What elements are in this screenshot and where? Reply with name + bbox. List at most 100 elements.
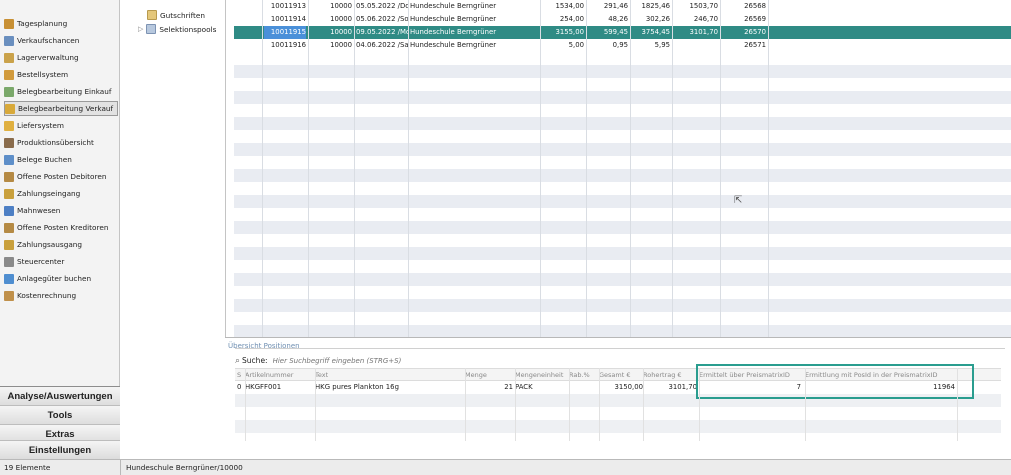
grid-cell: 599,45 — [603, 28, 628, 36]
nav-item-label: Lagerverwaltung — [17, 53, 79, 62]
status-customer: Hundeschule Berngrüner/10000 — [126, 463, 243, 472]
nav-item-label: Bestellsystem — [17, 70, 69, 79]
document-icon — [5, 103, 15, 114]
nav-item-12[interactable]: Offene Posten Kreditoren — [4, 220, 118, 235]
nav-item-label: Tagesplanung — [17, 19, 68, 28]
nav-item-label: Mahnwesen — [17, 206, 61, 215]
grid-row[interactable] — [234, 247, 1011, 260]
positions-cell — [569, 381, 599, 394]
positions-cell: PACK — [515, 383, 533, 391]
module-navigation: Tagesplanung Verkaufschancen Lagerverwaltu… — [0, 0, 120, 459]
positions-cell: HKG pures Plankton 16g — [315, 383, 399, 391]
grid-cell: 254,00 — [559, 15, 584, 23]
grid-row[interactable] — [234, 78, 1011, 91]
grid-row[interactable] — [234, 208, 1011, 221]
nav-section-tools[interactable]: Tools — [0, 405, 120, 425]
grid-row[interactable] — [234, 156, 1011, 169]
warehouse-icon — [4, 52, 14, 63]
grid-row[interactable] — [234, 117, 1011, 130]
grid-row[interactable] — [234, 130, 1011, 143]
expand-arrow-icon[interactable]: ▷ — [138, 25, 143, 33]
nav-item-10[interactable]: Zahlungseingang — [4, 186, 118, 201]
grid-row[interactable] — [234, 65, 1011, 78]
grid-cell: Hundeschule Berngrüner — [410, 28, 497, 36]
nav-item-7[interactable]: Produktionsübersicht — [4, 135, 118, 150]
grid-row[interactable]: 10011913 10000 05.05.2022 /Do Hundeschule B… — [234, 0, 1011, 13]
grid-row[interactable] — [234, 195, 1011, 208]
nav-item-14[interactable]: Steuercenter — [4, 254, 118, 269]
nav-item-2[interactable]: Lagerverwaltung — [4, 50, 118, 65]
nav-item-3[interactable]: Bestellsystem — [4, 67, 118, 82]
grid-cell: Hundeschule Berngrüner — [410, 41, 497, 49]
positions-cell: HKGFF001 — [245, 383, 282, 391]
nav-item-0[interactable]: Tagesplanung — [4, 16, 118, 31]
grid-cell: 26568 — [744, 2, 766, 10]
grid-cell: 10000 — [330, 15, 352, 23]
positions-cell: 21 — [504, 383, 513, 391]
grid-row[interactable]: 10011916 10000 04.06.2022 /Sa Hundeschule B… — [234, 39, 1011, 52]
nav-item-5[interactable]: Belegbearbeitung Verkauf — [4, 101, 118, 116]
nav-item-label: Belegbearbeitung Einkauf — [17, 87, 112, 96]
positions-cell: 3150,00 — [614, 383, 644, 391]
grid-row[interactable] — [234, 104, 1011, 117]
nav-item-11[interactable]: Mahnwesen — [4, 203, 118, 218]
grid-row[interactable] — [234, 260, 1011, 273]
nav-item-9[interactable]: Offene Posten Debitoren — [4, 169, 118, 184]
tree-item-label: Selektionspools — [159, 24, 217, 34]
grid-row[interactable] — [234, 312, 1011, 325]
nav-item-label: Kostenrechnung — [17, 291, 77, 300]
nav-item-label: Offene Posten Debitoren — [17, 172, 107, 181]
grid-row[interactable] — [234, 91, 1011, 104]
grid-cell: 10000 — [330, 28, 352, 36]
grid-row[interactable] — [234, 169, 1011, 182]
nav-item-label: Produktionsübersicht — [17, 138, 94, 147]
grid-row[interactable] — [234, 52, 1011, 65]
nav-item-label: Liefersystem — [17, 121, 65, 130]
nav-item-label: Steuercenter — [17, 257, 65, 266]
factory-icon — [4, 137, 14, 148]
search-input[interactable] — [272, 356, 573, 365]
grid-cell: 10011914 — [270, 15, 306, 23]
grid-row[interactable] — [234, 286, 1011, 299]
nav-item-8[interactable]: Belege Buchen — [4, 152, 118, 167]
nav-item-16[interactable]: Kostenrechnung — [4, 288, 118, 303]
nav-item-label: Offene Posten Kreditoren — [17, 223, 109, 232]
grid-cell: 246,70 — [693, 15, 718, 23]
search-icon: ⌕ — [235, 355, 241, 366]
search-label: Suche: — [242, 356, 268, 365]
grid-cell: 10011913 — [270, 2, 306, 10]
grid-row[interactable] — [234, 182, 1011, 195]
grid-row[interactable] — [234, 325, 1011, 337]
grid-row[interactable] — [234, 273, 1011, 286]
nav-item-label: Verkaufschancen — [17, 36, 80, 45]
tree-item-selektionspools[interactable]: ▷ Selektionspools — [138, 24, 216, 34]
nav-item-15[interactable]: Anlagegüter buchen — [4, 271, 118, 286]
warning-letter-icon — [4, 205, 14, 216]
grid-row[interactable]: 10011915 10000 09.05.2022 /Mo Hundeschule B… — [234, 26, 1011, 39]
positions-cell: 3101,70 — [668, 383, 698, 391]
grid-cell: 04.06.2022 /Sa — [356, 41, 408, 49]
nav-item-6[interactable]: Liefersystem — [4, 118, 118, 133]
grid-row[interactable] — [234, 143, 1011, 156]
grid-row[interactable]: 10011914 10000 05.06.2022 /So Hundeschule B… — [234, 13, 1011, 26]
folder-icon — [147, 10, 157, 20]
nav-section-einstellungen[interactable]: Einstellungen — [0, 440, 120, 459]
positions-row[interactable] — [235, 420, 1001, 433]
grid-cell: 3754,45 — [641, 28, 671, 36]
grid-cell: 1503,70 — [689, 2, 719, 10]
grid-cell: 10000 — [330, 41, 352, 49]
cart-icon — [4, 69, 14, 80]
grid-cell: 48,26 — [608, 15, 628, 23]
nav-item-label: Belegbearbeitung Verkauf — [18, 104, 114, 113]
grid-row[interactable] — [234, 299, 1011, 312]
nav-item-1[interactable]: Verkaufschancen — [4, 33, 118, 48]
positions-row[interactable] — [235, 407, 1001, 420]
nav-section-analyse[interactable]: Analyse/Auswertungen — [0, 386, 120, 406]
tree-item-gutschriften[interactable]: Gutschriften — [147, 10, 205, 20]
nav-item-13[interactable]: Zahlungsausgang — [4, 237, 118, 252]
grid-row[interactable] — [234, 221, 1011, 234]
grid-row[interactable] — [234, 234, 1011, 247]
nav-item-4[interactable]: Belegbearbeitung Einkauf — [4, 84, 118, 99]
document-icon — [4, 86, 14, 97]
money-bag-icon — [4, 239, 14, 250]
